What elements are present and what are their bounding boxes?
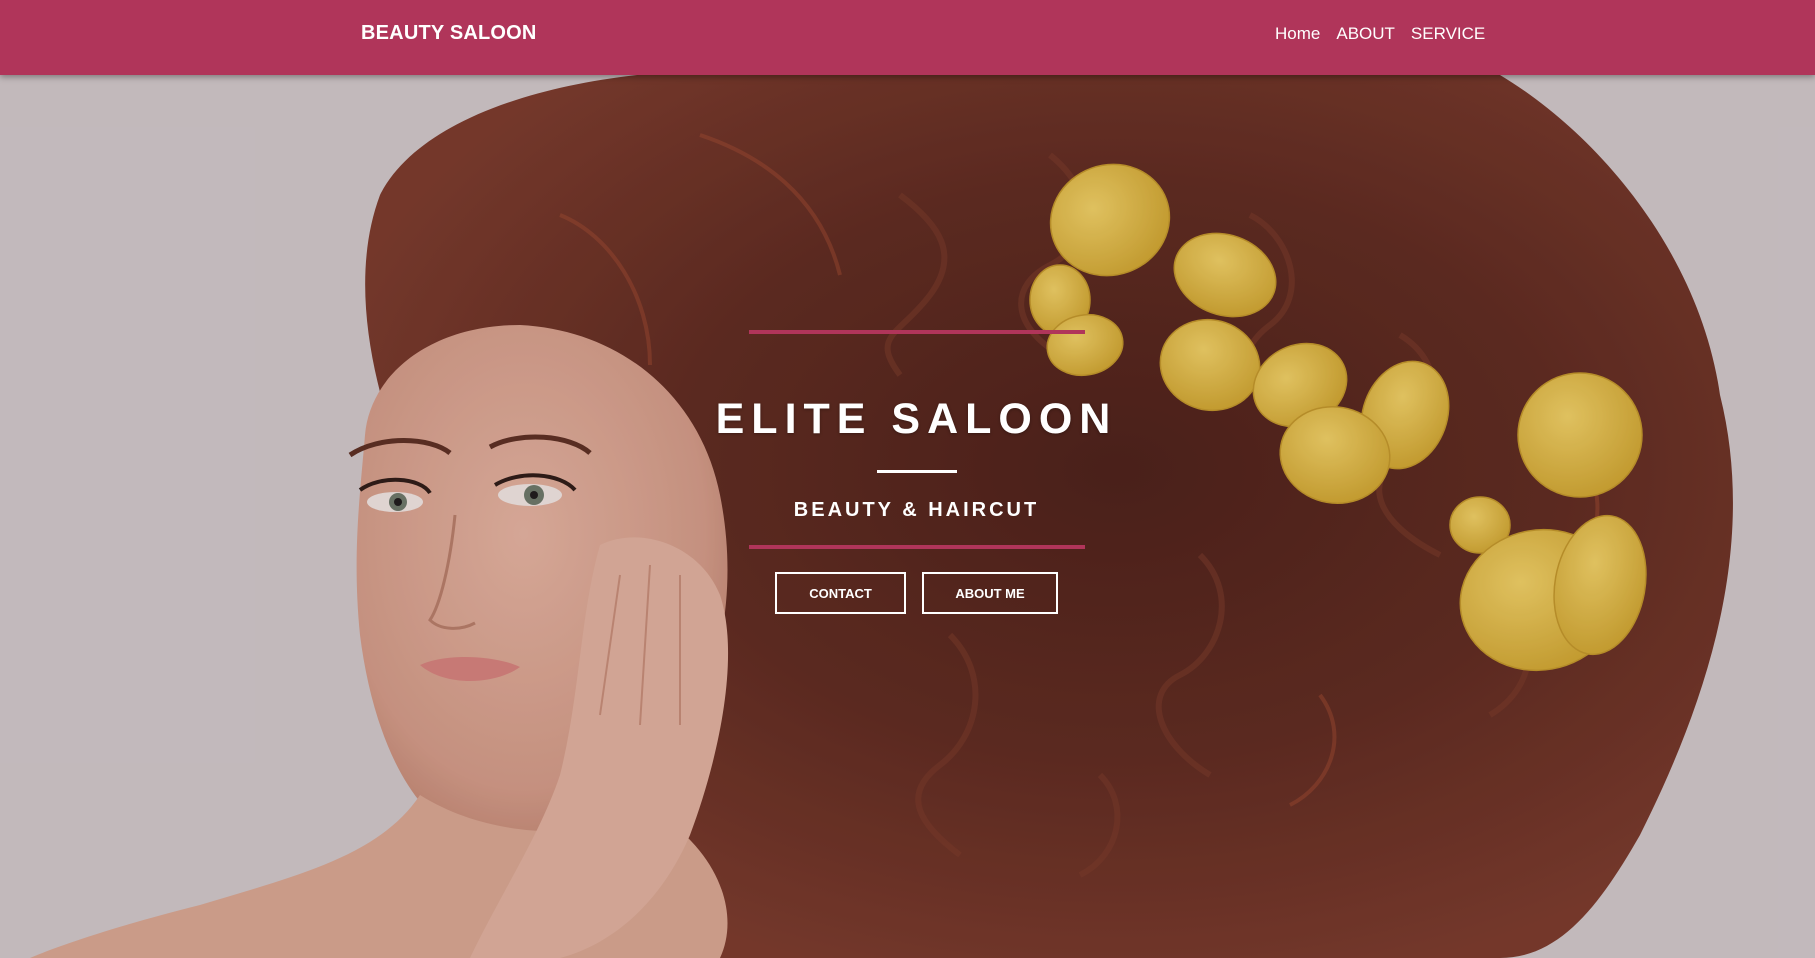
nav-link-service[interactable]: SERVICE (1411, 24, 1485, 44)
hero-section: ELITE SALOON BEAUTY & HAIRCUT CONTACT AB… (0, 75, 1815, 958)
navbar: BEAUTY SALOON Home ABOUT SERVICE (0, 0, 1815, 75)
hero-divider-top (749, 330, 1085, 334)
hero-divider-short (877, 470, 957, 473)
brand-logo[interactable]: BEAUTY SALOON (361, 22, 537, 45)
nav-link-about[interactable]: ABOUT (1336, 24, 1395, 44)
nav-links: Home ABOUT SERVICE (1275, 24, 1485, 44)
nav-link-home[interactable]: Home (1275, 24, 1320, 44)
hero-title: ELITE SALOON (715, 395, 1118, 443)
page: BEAUTY SALOON Home ABOUT SERVICE ELITE S… (0, 0, 1815, 958)
hero-divider-bottom (749, 545, 1085, 549)
hero-subtitle: BEAUTY & HAIRCUT (793, 499, 1040, 521)
about-me-button[interactable]: ABOUT ME (922, 572, 1058, 614)
contact-button[interactable]: CONTACT (775, 572, 906, 614)
